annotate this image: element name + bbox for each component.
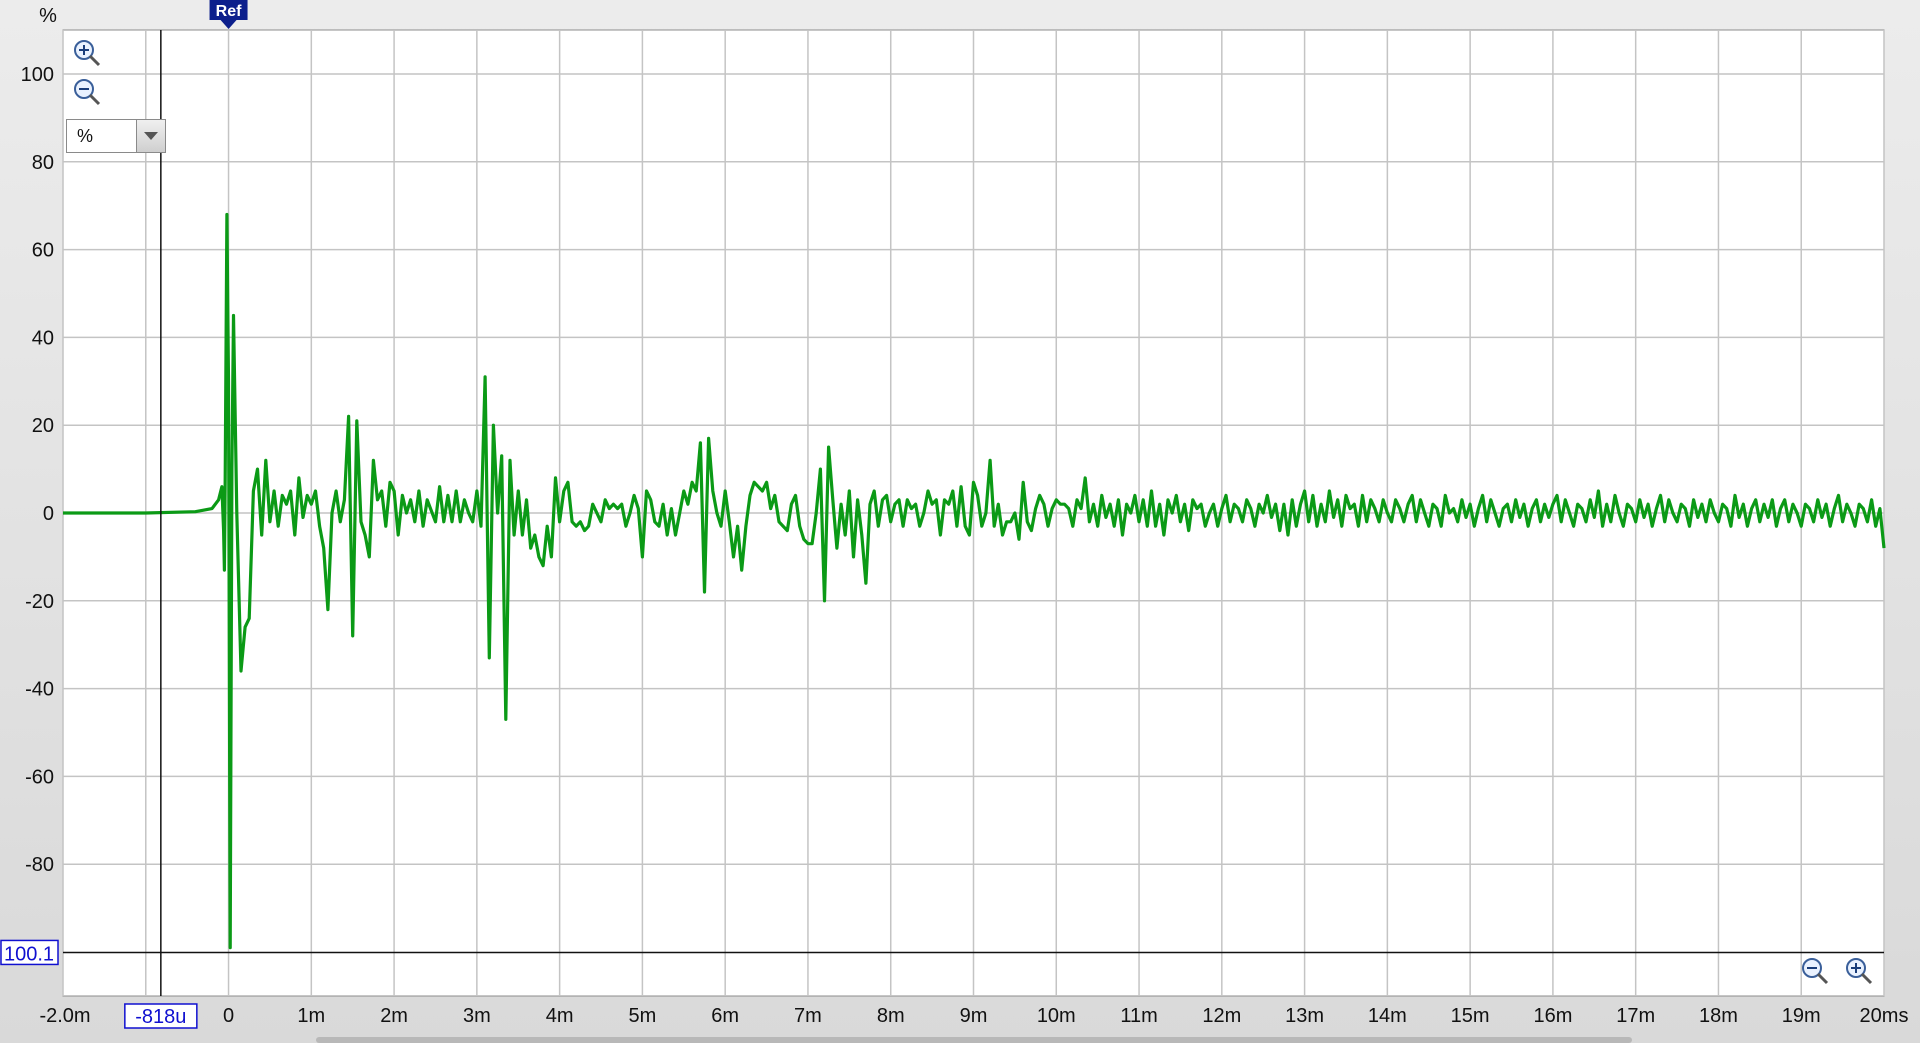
x-tick-label: -2.0m bbox=[39, 1005, 90, 1027]
x-tick-label: 4m bbox=[546, 1005, 574, 1027]
x-tick-label: 10m bbox=[1037, 1005, 1076, 1027]
x-tick-label: 14m bbox=[1368, 1005, 1407, 1027]
impulse-response-chart[interactable]: 100 80 60 40 20 0 -20 -40 -60 -80 -2.0m 0 1m 2m 3m 4m 5… bbox=[0, 0, 1920, 1043]
x-tick-label: 6m bbox=[711, 1005, 739, 1027]
y-tick-label: 0 bbox=[43, 503, 54, 525]
x-tick-label: 2m bbox=[380, 1005, 408, 1027]
x-tick-label: 13m bbox=[1285, 1005, 1324, 1027]
y-tick-label: 40 bbox=[32, 327, 54, 349]
x-tick-label: 7m bbox=[794, 1005, 822, 1027]
cursor-y-readout: 100.1 bbox=[4, 943, 54, 965]
x-tick-label: 17m bbox=[1616, 1005, 1655, 1027]
y-tick-label: -20 bbox=[25, 591, 54, 613]
ref-marker[interactable]: Ref bbox=[209, 0, 248, 29]
x-tick-label: 11m bbox=[1120, 1005, 1157, 1027]
ref-marker-pointer bbox=[220, 20, 237, 29]
x-tick-label: 3m bbox=[463, 1005, 491, 1027]
y-tick-label: -60 bbox=[25, 766, 54, 788]
y-tick-label: -40 bbox=[25, 679, 54, 701]
y-tick-label: 80 bbox=[32, 152, 54, 174]
x-tick-label: 19m bbox=[1782, 1005, 1821, 1027]
unit-select[interactable]: % bbox=[66, 119, 166, 153]
unit-select-value: % bbox=[77, 126, 94, 146]
x-tick-label: 5m bbox=[629, 1005, 657, 1027]
x-tick-label: 12m bbox=[1202, 1005, 1241, 1027]
x-tick-label: 8m bbox=[877, 1005, 905, 1027]
y-tick-labels: 100 80 60 40 20 0 -20 -40 -60 -80 bbox=[21, 64, 54, 876]
x-tick-label: 16m bbox=[1533, 1005, 1572, 1027]
y-tick-label: 20 bbox=[32, 415, 54, 437]
x-tick-label: 1m bbox=[297, 1005, 325, 1027]
y-tick-label: -80 bbox=[25, 854, 54, 876]
x-tick-label: 18m bbox=[1699, 1005, 1738, 1027]
horizontal-scrollbar[interactable] bbox=[316, 1037, 1632, 1043]
x-tick-label: 0 bbox=[223, 1005, 234, 1027]
cursor-x-readout: -818u bbox=[135, 1006, 186, 1028]
x-tick-label: 15m bbox=[1451, 1005, 1490, 1027]
y-axis-unit-label: % bbox=[39, 5, 57, 27]
x-tick-label: 20ms bbox=[1860, 1005, 1909, 1027]
x-tick-labels: -2.0m 0 1m 2m 3m 4m 5m 6m 7m 8m 9m 10m 11m 12m 13m 14m 1… bbox=[39, 1005, 1908, 1027]
ref-marker-label: Ref bbox=[216, 3, 242, 20]
y-tick-label: 60 bbox=[32, 240, 54, 262]
y-tick-label: 100 bbox=[21, 64, 54, 86]
x-tick-label: 9m bbox=[960, 1005, 988, 1027]
chevron-down-icon[interactable] bbox=[136, 120, 165, 152]
